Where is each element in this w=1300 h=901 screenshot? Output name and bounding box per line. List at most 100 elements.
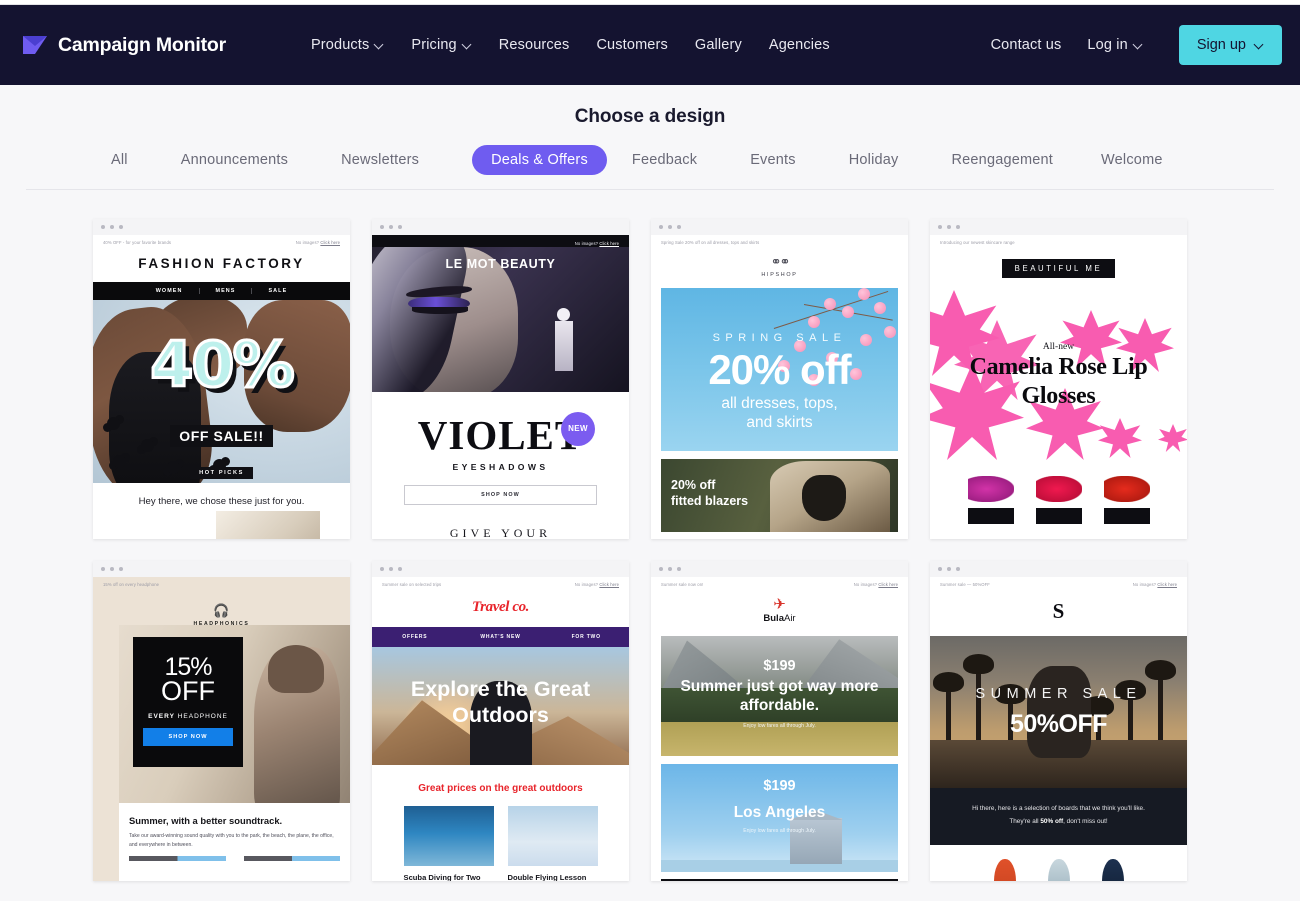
product-tile: [968, 508, 1014, 524]
band-line-2: They're all 50% off, don't miss out!: [942, 815, 1175, 828]
email-body-block: Summer, with a better soundtrack. Take o…: [119, 803, 350, 881]
new-badge: NEW: [561, 412, 595, 446]
nav-item-resources[interactable]: Resources: [499, 37, 570, 53]
chevron-down-icon: [1134, 40, 1143, 49]
preheader-text: 40% OFF - for your favorite brands: [103, 240, 171, 245]
template-card-camelia-rose-lip-glosses[interactable]: Introducing our newest skincare range BE…: [930, 219, 1187, 539]
nav-item-products[interactable]: Products: [311, 37, 384, 53]
tab-announcements[interactable]: Announcements: [181, 145, 288, 175]
nav-item-contact-us[interactable]: Contact us: [991, 37, 1062, 53]
tab-reengagement[interactable]: Reengagement: [951, 145, 1053, 175]
email-hero-image: SUMMER SALE 50%OFF: [930, 636, 1187, 788]
template-card-fashion-factory[interactable]: 40% OFF - for your favorite brands No im…: [93, 219, 350, 539]
email-hero-image: 40% OFF SALE!! HOT PICKS: [93, 300, 350, 483]
tab-newsletters[interactable]: Newsletters: [341, 145, 419, 175]
template-preview: 15% off on every headphone 🎧 HEADPHONICS…: [93, 577, 350, 881]
hero-banner-text: LE MOT BEAUTY: [372, 257, 629, 271]
email-logo-tag: BEAUTIFUL ME: [930, 245, 1187, 276]
brand-logo-link[interactable]: Campaign Monitor: [22, 34, 226, 57]
preheader-text: Summer sale now on!: [661, 582, 703, 587]
preheader-no-images: No images? Click here: [296, 240, 340, 245]
template-card-hipshop-spring-sale[interactable]: Spring Sale 20% off on all dresses, tops…: [651, 219, 908, 539]
nav-item-gallery[interactable]: Gallery: [695, 37, 742, 53]
window-dot-icon: [659, 225, 663, 229]
tab-holiday[interactable]: Holiday: [849, 145, 899, 175]
secondary-nav: Contact us Log in Sign up: [991, 25, 1282, 65]
tab-welcome[interactable]: Welcome: [1101, 145, 1163, 175]
nav-item-customers[interactable]: Customers: [596, 37, 667, 53]
body-product-row: [129, 856, 340, 861]
color-swatch: [1104, 476, 1150, 502]
email-preheader: Summer sale now on! No images? Click her…: [651, 577, 908, 587]
template-preview: 40% OFF - for your favorite brands No im…: [93, 235, 350, 539]
click-here-link[interactable]: Click here: [1157, 582, 1177, 587]
email-secondary-banner: 20% off fitted blazers: [661, 459, 898, 532]
email-cta-button[interactable]: SHOP NOW: [143, 728, 233, 746]
click-here-link[interactable]: Click here: [599, 241, 619, 246]
tab-feedback[interactable]: Feedback: [632, 145, 697, 175]
email-offer-panel: 15% OFF EVERY HEADPHONE SHOP NOW: [133, 637, 243, 767]
click-here-link[interactable]: Click here: [878, 582, 898, 587]
email-hero-image: No images? Click here LE MOT BEAUTY: [372, 235, 629, 392]
product-caption: Scuba Diving for Two: [404, 873, 494, 881]
nav-item-agencies[interactable]: Agencies: [769, 37, 830, 53]
preheader-text: Summer sale — 50%OFF: [940, 582, 990, 587]
preheader-no-images: No images? Click here: [575, 582, 619, 587]
template-card-travel-co-great-outdoors[interactable]: Summer sale on selected trips No images?…: [372, 561, 629, 881]
window-dot-icon: [380, 225, 384, 229]
template-card-summer-sale-boards[interactable]: Summer sale — 50%OFF No images? Click he…: [930, 561, 1187, 881]
hero-kicker: SUMMER SALE: [930, 686, 1187, 702]
nav-item-log-in[interactable]: Log in: [1087, 37, 1142, 53]
chevron-down-icon: [1255, 40, 1264, 49]
template-card-headphonics-15-off[interactable]: 15% off on every headphone 🎧 HEADPHONICS…: [93, 561, 350, 881]
card-window-bar: [651, 219, 908, 235]
window-dot-icon: [668, 567, 672, 571]
template-preview: Summer sale on selected trips No images?…: [372, 577, 629, 881]
nav-item-log-in-label: Log in: [1087, 37, 1127, 53]
email-subheadline: EYESHADOWS: [372, 462, 629, 472]
email-product-row: [930, 508, 1187, 524]
click-here-link[interactable]: Click here: [320, 240, 340, 245]
preheader-no-images: No images? Click here: [1133, 582, 1177, 587]
surfboard-icon: [994, 859, 1016, 881]
nav-item-pricing-label: Pricing: [411, 37, 456, 53]
window-dot-icon: [947, 567, 951, 571]
preheader-no-images: No images? Click here: [854, 582, 898, 587]
hero-discount: 50%OFF: [930, 710, 1187, 739]
offer-note: EVERY HEADPHONE: [133, 713, 243, 720]
email-nav-whats-new: WHAT'S NEW: [458, 627, 544, 647]
offer-price: $199: [661, 658, 898, 674]
nav-item-pricing[interactable]: Pricing: [411, 37, 471, 53]
template-preview: No images? Click here LE MOT BEAUTY VIOL…: [372, 235, 629, 539]
offer-price: $199: [661, 778, 898, 794]
email-headline-block: All-new Camelia Rose Lip Glosses: [930, 342, 1187, 410]
email-hero-image: Explore the Great Outdoors: [372, 647, 629, 765]
product-tile: [1104, 508, 1150, 524]
sign-up-button[interactable]: Sign up: [1179, 25, 1282, 65]
tab-events[interactable]: Events: [750, 145, 796, 175]
template-preview: Summer sale now on! No images? Click her…: [651, 577, 908, 881]
email-cta-button[interactable]: SHOP NOW: [404, 485, 597, 505]
email-product-captions: Scuba Diving for Two Double Flying Lesso…: [372, 873, 629, 881]
nav-item-products-label: Products: [311, 37, 369, 53]
window-dot-icon: [677, 225, 681, 229]
window-dot-icon: [398, 225, 402, 229]
gallery-page: Campaign Monitor Products Pricing Resour…: [0, 0, 1300, 901]
template-preview: Spring Sale 20% off on all dresses, tops…: [651, 235, 908, 539]
sign-up-label: Sign up: [1197, 37, 1246, 53]
email-preheader: Summer sale on selected trips No images?…: [372, 577, 629, 587]
tab-all[interactable]: All: [111, 145, 128, 175]
product-tile: [244, 856, 341, 861]
email-hero-image: SPRING SALE 20% off all dresses, tops, a…: [661, 288, 898, 451]
banner-line-1: 20% off: [671, 477, 748, 493]
tab-deals-and-offers[interactable]: Deals & Offers: [472, 145, 607, 175]
click-here-link[interactable]: Click here: [599, 582, 619, 587]
preheader-text: 15% off on every headphone: [103, 582, 159, 587]
email-logo-text: BulaAir: [651, 613, 908, 624]
hero-discount: 40%: [93, 334, 350, 396]
email-section-title: Great prices on the great outdoors: [372, 765, 629, 794]
email-logo-text: FASHION FACTORY: [93, 245, 350, 282]
window-dot-icon: [110, 225, 114, 229]
template-card-bulaair-summer-fares[interactable]: Summer sale now on! No images? Click her…: [651, 561, 908, 881]
template-card-violet-eyeshadows[interactable]: No images? Click here LE MOT BEAUTY VIOL…: [372, 219, 629, 539]
